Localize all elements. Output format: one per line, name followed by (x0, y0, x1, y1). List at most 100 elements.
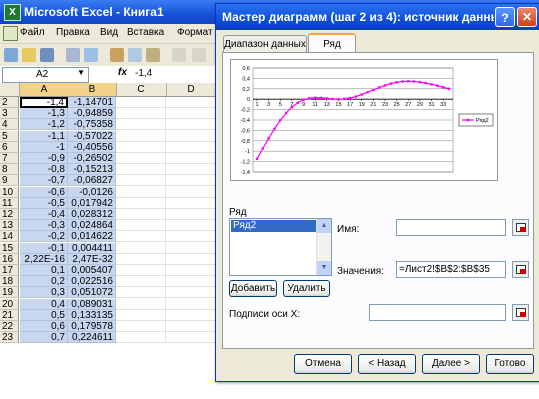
cell-d[interactable] (166, 231, 216, 243)
cell-c[interactable] (116, 287, 166, 299)
cell-b[interactable]: -0,75358 (68, 119, 116, 131)
cell-a[interactable]: -0,7 (20, 175, 68, 187)
column-header-a[interactable]: A (20, 83, 69, 96)
cell-c[interactable] (116, 276, 166, 288)
help-button[interactable]: ? (495, 7, 515, 27)
cell-c[interactable] (116, 108, 166, 120)
row-header[interactable]: 9 (0, 175, 19, 187)
cell-d[interactable] (166, 164, 216, 176)
cell-b[interactable]: 0,224611 (68, 332, 116, 344)
open-icon[interactable] (22, 48, 36, 62)
fx-icon[interactable]: fx (118, 67, 127, 78)
cell-c[interactable] (116, 175, 166, 187)
cell-a[interactable]: -0,1 (20, 242, 68, 254)
cell-d[interactable] (166, 253, 216, 265)
cell-d[interactable] (166, 175, 216, 187)
add-series-button[interactable]: Добавить (229, 280, 277, 297)
cell-c[interactable] (116, 209, 166, 220)
cell-b[interactable]: -0,26502 (68, 153, 116, 164)
select-all-corner[interactable] (0, 83, 20, 96)
finish-button[interactable]: Готово (486, 354, 534, 374)
copy-icon[interactable] (128, 48, 142, 62)
series-scrollbar[interactable]: ▲ ▼ (316, 219, 331, 275)
cell-c[interactable] (116, 130, 166, 142)
cell-b[interactable]: 0,004411 (68, 242, 116, 254)
cell-c[interactable] (116, 164, 166, 176)
cell-d[interactable] (166, 220, 216, 232)
cut-icon[interactable] (110, 48, 124, 62)
cell-a[interactable]: 0,7 (20, 332, 68, 344)
row-header[interactable]: 20 (0, 298, 19, 310)
cell-a[interactable]: 0,3 (20, 287, 68, 299)
cell-c[interactable] (116, 197, 166, 209)
cell-a[interactable]: -1,3 (20, 108, 68, 120)
row-header[interactable]: 13 (0, 220, 19, 232)
cell-a[interactable]: -0,3 (20, 220, 68, 232)
redo-icon[interactable] (192, 48, 206, 62)
cell-c[interactable] (116, 153, 166, 164)
cell-d[interactable] (166, 130, 216, 142)
row-header[interactable]: 23 (0, 332, 19, 344)
cell-b[interactable]: 0,133135 (68, 309, 116, 321)
cell-c[interactable] (116, 231, 166, 243)
row-header[interactable]: 5 (0, 130, 19, 142)
cell-b[interactable]: 0,051072 (68, 287, 116, 299)
cell-c[interactable] (116, 141, 166, 153)
undo-icon[interactable] (172, 48, 186, 62)
cell-a[interactable]: -1,4 (20, 97, 68, 108)
row-header[interactable]: 12 (0, 209, 19, 220)
cell-c[interactable] (116, 186, 166, 198)
menu-view[interactable]: Вид (100, 27, 118, 38)
formula-input[interactable]: -1,4 (135, 68, 152, 79)
scroll-down-icon[interactable]: ▼ (317, 261, 331, 275)
cell-c[interactable] (116, 265, 166, 276)
menu-file[interactable]: Файл (20, 27, 45, 38)
column-header-c[interactable]: C (116, 83, 167, 96)
menu-format[interactable]: Формат (177, 27, 213, 38)
values-range-picker-icon[interactable] (512, 261, 529, 278)
cell-b[interactable]: 0,179578 (68, 321, 116, 332)
cell-b[interactable]: -0,06827 (68, 175, 116, 187)
row-header[interactable]: 4 (0, 119, 19, 131)
cell-a[interactable]: 0,4 (20, 298, 68, 310)
cell-a[interactable]: 0,5 (20, 309, 68, 321)
cell-a[interactable]: -0,2 (20, 231, 68, 243)
scroll-up-icon[interactable]: ▲ (317, 219, 331, 233)
name-field[interactable] (396, 219, 506, 236)
row-header[interactable]: 6 (0, 141, 19, 153)
row-header[interactable]: 7 (0, 153, 19, 164)
name-range-picker-icon[interactable] (512, 219, 529, 236)
row-header[interactable]: 10 (0, 186, 19, 198)
cell-c[interactable] (116, 332, 166, 344)
paste-icon[interactable] (146, 48, 160, 62)
series-listbox[interactable]: Ряд2 ▲ ▼ (229, 218, 332, 276)
cell-a[interactable]: -0,4 (20, 209, 68, 220)
cell-b[interactable]: -0,40556 (68, 141, 116, 153)
cell-d[interactable] (166, 119, 216, 131)
new-icon[interactable] (4, 48, 18, 62)
chevron-down-icon[interactable]: ▼ (77, 68, 85, 77)
cell-d[interactable] (166, 309, 216, 321)
cell-d[interactable] (166, 197, 216, 209)
cell-d[interactable] (166, 265, 216, 276)
cell-b[interactable]: 0,005407 (68, 265, 116, 276)
cell-d[interactable] (166, 97, 216, 108)
cell-a[interactable]: -0,5 (20, 197, 68, 209)
cell-b[interactable]: -1,14701 (68, 97, 116, 108)
cell-d[interactable] (166, 276, 216, 288)
cell-d[interactable] (166, 298, 216, 310)
cell-d[interactable] (166, 153, 216, 164)
cell-d[interactable] (166, 287, 216, 299)
print-icon[interactable] (66, 48, 80, 62)
x-axis-range-picker-icon[interactable] (512, 304, 529, 321)
cell-a[interactable]: 0,2 (20, 276, 68, 288)
cell-b[interactable]: 0,089031 (68, 298, 116, 310)
cell-a[interactable]: -0,9 (20, 153, 68, 164)
row-header[interactable]: 14 (0, 231, 19, 243)
cell-b[interactable]: -0,94859 (68, 108, 116, 120)
menu-edit[interactable]: Правка (56, 27, 90, 38)
cell-c[interactable] (116, 220, 166, 232)
values-field[interactable]: =Лист2!$B$2:$B$35 (396, 261, 506, 278)
cell-d[interactable] (166, 332, 216, 344)
cell-c[interactable] (116, 321, 166, 332)
